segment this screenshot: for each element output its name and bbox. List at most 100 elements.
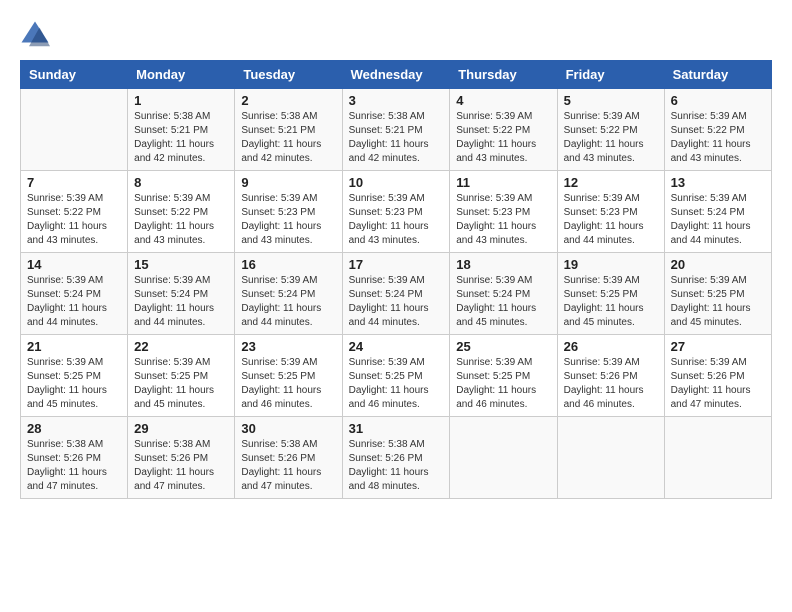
day-info: Sunrise: 5:38 AMSunset: 5:26 PMDaylight:…	[134, 438, 228, 494]
day-number: 29	[134, 421, 228, 436]
weekday-header: Wednesday	[342, 61, 450, 89]
day-info: Sunrise: 5:39 AMSunset: 5:24 PMDaylight:…	[456, 274, 550, 330]
calendar-cell: 6 Sunrise: 5:39 AMSunset: 5:22 PMDaylight…	[664, 89, 771, 171]
day-number: 23	[241, 339, 335, 354]
day-info: Sunrise: 5:38 AMSunset: 5:21 PMDaylight:…	[349, 110, 444, 166]
calendar-cell: 12 Sunrise: 5:39 AMSunset: 5:23 PMDayligh…	[557, 171, 664, 253]
day-number: 16	[241, 257, 335, 272]
calendar-cell: 11 Sunrise: 5:39 AMSunset: 5:23 PMDayligh…	[450, 171, 557, 253]
day-info: Sunrise: 5:39 AMSunset: 5:22 PMDaylight:…	[134, 192, 228, 248]
day-info: Sunrise: 5:39 AMSunset: 5:25 PMDaylight:…	[564, 274, 658, 330]
day-info: Sunrise: 5:39 AMSunset: 5:22 PMDaylight:…	[564, 110, 658, 166]
day-number: 19	[564, 257, 658, 272]
day-number: 21	[27, 339, 121, 354]
calendar-cell: 8 Sunrise: 5:39 AMSunset: 5:22 PMDaylight…	[128, 171, 235, 253]
day-info: Sunrise: 5:39 AMSunset: 5:25 PMDaylight:…	[27, 356, 121, 412]
calendar-cell: 22 Sunrise: 5:39 AMSunset: 5:25 PMDayligh…	[128, 335, 235, 417]
day-number: 14	[27, 257, 121, 272]
calendar-cell: 4 Sunrise: 5:39 AMSunset: 5:22 PMDaylight…	[450, 89, 557, 171]
calendar-week-row: 21 Sunrise: 5:39 AMSunset: 5:25 PMDayligh…	[21, 335, 772, 417]
weekday-header: Sunday	[21, 61, 128, 89]
calendar-cell: 10 Sunrise: 5:39 AMSunset: 5:23 PMDayligh…	[342, 171, 450, 253]
day-info: Sunrise: 5:39 AMSunset: 5:22 PMDaylight:…	[27, 192, 121, 248]
day-number: 27	[671, 339, 765, 354]
day-info: Sunrise: 5:39 AMSunset: 5:23 PMDaylight:…	[564, 192, 658, 248]
calendar-cell: 9 Sunrise: 5:39 AMSunset: 5:23 PMDaylight…	[235, 171, 342, 253]
day-number: 24	[349, 339, 444, 354]
calendar-week-row: 28 Sunrise: 5:38 AMSunset: 5:26 PMDayligh…	[21, 417, 772, 499]
day-info: Sunrise: 5:38 AMSunset: 5:26 PMDaylight:…	[27, 438, 121, 494]
day-info: Sunrise: 5:39 AMSunset: 5:25 PMDaylight:…	[456, 356, 550, 412]
day-number: 25	[456, 339, 550, 354]
weekday-header: Thursday	[450, 61, 557, 89]
calendar-cell: 25 Sunrise: 5:39 AMSunset: 5:25 PMDayligh…	[450, 335, 557, 417]
day-info: Sunrise: 5:39 AMSunset: 5:25 PMDaylight:…	[134, 356, 228, 412]
day-info: Sunrise: 5:39 AMSunset: 5:25 PMDaylight:…	[241, 356, 335, 412]
calendar-table: SundayMondayTuesdayWednesdayThursdayFrid…	[20, 60, 772, 499]
calendar-cell	[450, 417, 557, 499]
calendar-cell: 21 Sunrise: 5:39 AMSunset: 5:25 PMDayligh…	[21, 335, 128, 417]
day-number: 12	[564, 175, 658, 190]
day-number: 22	[134, 339, 228, 354]
day-info: Sunrise: 5:39 AMSunset: 5:24 PMDaylight:…	[27, 274, 121, 330]
calendar-cell: 23 Sunrise: 5:39 AMSunset: 5:25 PMDayligh…	[235, 335, 342, 417]
day-number: 6	[671, 93, 765, 108]
day-number: 31	[349, 421, 444, 436]
calendar-cell: 5 Sunrise: 5:39 AMSunset: 5:22 PMDaylight…	[557, 89, 664, 171]
day-info: Sunrise: 5:39 AMSunset: 5:24 PMDaylight:…	[349, 274, 444, 330]
day-info: Sunrise: 5:39 AMSunset: 5:25 PMDaylight:…	[349, 356, 444, 412]
calendar-cell: 3 Sunrise: 5:38 AMSunset: 5:21 PMDaylight…	[342, 89, 450, 171]
calendar-cell: 15Sunrise: 5:39 AMSunset: 5:24 PMDayligh…	[128, 253, 235, 335]
day-number: 26	[564, 339, 658, 354]
calendar-cell: 19 Sunrise: 5:39 AMSunset: 5:25 PMDayligh…	[557, 253, 664, 335]
day-number: 10	[349, 175, 444, 190]
calendar-cell: 16 Sunrise: 5:39 AMSunset: 5:24 PMDayligh…	[235, 253, 342, 335]
day-number: 4	[456, 93, 550, 108]
day-number: 5	[564, 93, 658, 108]
calendar-cell	[557, 417, 664, 499]
day-info: Sunrise: 5:39 AMSunset: 5:26 PMDaylight:…	[671, 356, 765, 412]
calendar-cell: 13 Sunrise: 5:39 AMSunset: 5:24 PMDayligh…	[664, 171, 771, 253]
day-number: 11	[456, 175, 550, 190]
day-info: Sunrise: 5:39 AMSunset: 5:24 PMDaylight:…	[134, 274, 228, 330]
day-number: 17	[349, 257, 444, 272]
calendar-cell: 31Sunrise: 5:38 AMSunset: 5:26 PMDayligh…	[342, 417, 450, 499]
day-number: 20	[671, 257, 765, 272]
day-info: Sunrise: 5:38 AMSunset: 5:21 PMDaylight:…	[134, 110, 228, 166]
day-number: 28	[27, 421, 121, 436]
calendar-cell: 2Sunrise: 5:38 AMSunset: 5:21 PMDaylight…	[235, 89, 342, 171]
weekday-header: Monday	[128, 61, 235, 89]
day-number: 13	[671, 175, 765, 190]
weekday-header: Saturday	[664, 61, 771, 89]
day-number: 1	[134, 93, 228, 108]
page-header	[20, 20, 772, 50]
calendar-cell: 20Sunrise: 5:39 AMSunset: 5:25 PMDayligh…	[664, 253, 771, 335]
calendar-cell: 7Sunrise: 5:39 AMSunset: 5:22 PMDaylight…	[21, 171, 128, 253]
calendar-cell: 18 Sunrise: 5:39 AMSunset: 5:24 PMDayligh…	[450, 253, 557, 335]
day-info: Sunrise: 5:38 AMSunset: 5:21 PMDaylight:…	[241, 110, 335, 166]
calendar-cell: 30Sunrise: 5:38 AMSunset: 5:26 PMDayligh…	[235, 417, 342, 499]
day-info: Sunrise: 5:39 AMSunset: 5:23 PMDaylight:…	[456, 192, 550, 248]
calendar-cell: 14 Sunrise: 5:39 AMSunset: 5:24 PMDayligh…	[21, 253, 128, 335]
day-info: Sunrise: 5:39 AMSunset: 5:24 PMDaylight:…	[671, 192, 765, 248]
calendar-week-row: 7Sunrise: 5:39 AMSunset: 5:22 PMDaylight…	[21, 171, 772, 253]
day-number: 9	[241, 175, 335, 190]
day-info: Sunrise: 5:39 AMSunset: 5:23 PMDaylight:…	[349, 192, 444, 248]
day-number: 18	[456, 257, 550, 272]
calendar-body: 1 Sunrise: 5:38 AMSunset: 5:21 PMDaylight…	[21, 89, 772, 499]
calendar-cell: 27 Sunrise: 5:39 AMSunset: 5:26 PMDayligh…	[664, 335, 771, 417]
calendar-cell: 26Sunrise: 5:39 AMSunset: 5:26 PMDayligh…	[557, 335, 664, 417]
day-info: Sunrise: 5:39 AMSunset: 5:22 PMDaylight:…	[671, 110, 765, 166]
day-info: Sunrise: 5:38 AMSunset: 5:26 PMDaylight:…	[241, 438, 335, 494]
calendar-week-row: 1 Sunrise: 5:38 AMSunset: 5:21 PMDaylight…	[21, 89, 772, 171]
day-info: Sunrise: 5:39 AMSunset: 5:23 PMDaylight:…	[241, 192, 335, 248]
day-info: Sunrise: 5:39 AMSunset: 5:24 PMDaylight:…	[241, 274, 335, 330]
calendar-cell	[21, 89, 128, 171]
day-info: Sunrise: 5:39 AMSunset: 5:22 PMDaylight:…	[456, 110, 550, 166]
calendar-cell: 28 Sunrise: 5:38 AMSunset: 5:26 PMDayligh…	[21, 417, 128, 499]
weekday-header: Tuesday	[235, 61, 342, 89]
day-number: 3	[349, 93, 444, 108]
calendar-cell	[664, 417, 771, 499]
day-number: 8	[134, 175, 228, 190]
calendar-cell: 29 Sunrise: 5:38 AMSunset: 5:26 PMDayligh…	[128, 417, 235, 499]
